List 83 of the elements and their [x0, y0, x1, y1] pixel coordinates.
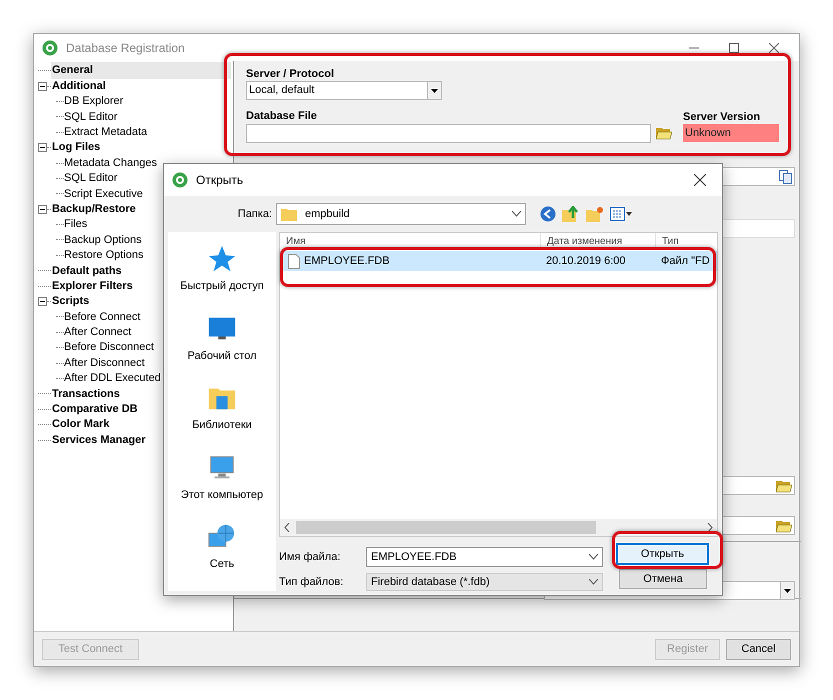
tree-item[interactable]: Backup Options [64, 232, 142, 248]
tree-item[interactable]: Comparative DB [51, 401, 139, 418]
open-folder-icon[interactable] [776, 518, 792, 532]
cancel-button[interactable]: Отмена [619, 569, 707, 589]
collapse-icon[interactable] [38, 143, 47, 152]
file-date: 20.10.2019 6:00 [545, 254, 627, 269]
maximize-icon[interactable] [729, 42, 739, 52]
tree-item[interactable]: Metadata Changes [64, 154, 157, 172]
file-type-label: Тип файлов: [279, 574, 344, 590]
tree-item[interactable]: Scripts [51, 293, 90, 310]
tree-item[interactable]: Backup/Restore [51, 200, 137, 218]
tree-item[interactable]: DB Explorer [64, 93, 124, 110]
tree-item[interactable]: Services Manager [51, 432, 147, 448]
place-item[interactable]: Этот компьютер [180, 486, 264, 503]
close-icon[interactable] [769, 42, 779, 52]
place-item[interactable]: Быстрый доступ [180, 278, 264, 294]
dialog-title: Открыть [196, 172, 244, 189]
field-label: Server Version [683, 110, 760, 125]
tree-item[interactable]: General [51, 62, 231, 79]
tree-item[interactable]: After DDL Executed [64, 370, 161, 387]
tree-item[interactable]: Default paths [51, 262, 123, 280]
field-label: Database File [246, 109, 317, 124]
collapse-icon[interactable] [38, 82, 47, 91]
scrollbar-thumb[interactable] [296, 521, 596, 534]
protocol-dropdown[interactable]: Local, default [246, 81, 442, 100]
file-row[interactable]: EMPLOYEE.FDB 20.10.2019 6:00 Файл "FD [280, 251, 717, 271]
tree-item[interactable]: Additional [51, 78, 107, 94]
close-icon[interactable] [694, 174, 706, 186]
folder-up-icon[interactable] [562, 206, 580, 222]
file-name: EMPLOYEE.FDB [304, 254, 390, 269]
window-title: Database Registration [66, 40, 185, 56]
tree-item[interactable]: After Connect [64, 324, 132, 341]
tree-item[interactable]: Script Executive [64, 186, 143, 202]
folder-icon [281, 207, 297, 221]
tree-item[interactable]: Restore Options [64, 247, 144, 264]
open-button[interactable]: Открыть [616, 543, 709, 565]
file-icon [288, 254, 300, 268]
tree-item[interactable]: Log Files [51, 139, 102, 156]
server-version-dropdown[interactable]: Unknown [683, 124, 779, 142]
column-header[interactable]: Имя [286, 236, 306, 247]
file-name-field[interactable]: EMPLOYEE.FDB [366, 547, 603, 567]
back-icon[interactable] [540, 206, 556, 222]
collapse-icon[interactable] [38, 204, 47, 214]
file-name-label: Имя файла: [279, 550, 342, 565]
tree-item[interactable]: SQL Editor [64, 108, 118, 126]
file-type: Файл "FD [660, 254, 711, 269]
file-type-select[interactable]: Firebird database (*.fdb) [366, 573, 603, 591]
copy-icon[interactable] [779, 170, 792, 184]
place-item[interactable]: Сеть [210, 556, 234, 572]
column-header[interactable]: Тип [662, 236, 679, 247]
tree-item[interactable]: Before Connect [64, 308, 140, 326]
place-item[interactable]: Библиотеки [192, 417, 252, 434]
open-folder-icon[interactable] [656, 126, 672, 140]
place-item[interactable]: Рабочий стол [187, 348, 257, 364]
tree-item[interactable]: Color Mark [51, 416, 110, 433]
scroll-right-icon[interactable] [707, 523, 713, 532]
folder-combo[interactable]: empbuild [276, 203, 526, 225]
collapse-icon[interactable] [38, 297, 47, 306]
view-menu-icon[interactable] [610, 207, 632, 221]
tree-item[interactable]: SQL Editor [64, 170, 118, 187]
star-icon [206, 244, 237, 274]
tree-item[interactable]: Files [64, 216, 88, 233]
horizontal-scrollbar[interactable] [280, 519, 717, 536]
column-header[interactable]: Дата изменения [547, 236, 622, 247]
chevron-icon [589, 579, 598, 585]
tree-item[interactable]: After Disconnect [64, 354, 145, 372]
dropdown-arrow-icon [431, 88, 438, 92]
scroll-left-icon[interactable] [284, 523, 290, 532]
folder-label: Папка: [236, 206, 273, 222]
app-logo-icon [42, 40, 58, 56]
field-label: Server / Protocol [246, 67, 334, 82]
cancel-button[interactable]: Cancel [726, 638, 791, 660]
tree-item[interactable]: Transactions [51, 386, 121, 402]
chevron-icon [512, 211, 521, 217]
tree-item[interactable]: Extract Metadata [64, 124, 148, 141]
open-folder-icon[interactable] [776, 478, 792, 492]
new-folder-icon[interactable] [586, 206, 604, 222]
app-logo-icon [172, 172, 188, 188]
tree-item[interactable]: Before Disconnect [64, 339, 154, 356]
database-file-field[interactable] [246, 124, 651, 143]
tree-item[interactable]: Explorer Filters [51, 278, 134, 294]
dropdown-arrow-icon [784, 588, 791, 592]
chevron-icon [589, 554, 598, 560]
